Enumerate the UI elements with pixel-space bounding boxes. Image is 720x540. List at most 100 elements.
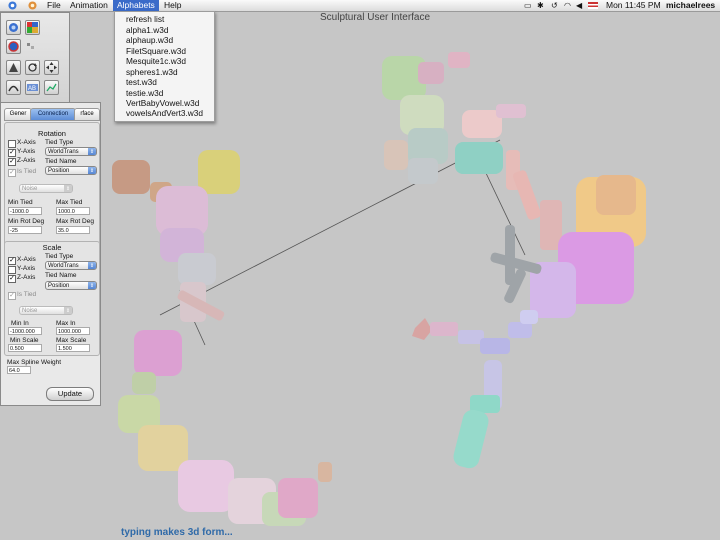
rotation-max-tied-label: Max Tied [56,199,83,206]
scale-max-in-label: Max In [56,320,76,327]
menu-item-file[interactable]: FiletSquare.w3d [126,46,186,56]
rotation-noise-select[interactable]: Noise ⇕ [19,184,73,193]
menu-bar: File Animation Alphabets Help ▭ ✱ ↺ ◠ ◀ … [0,0,720,12]
scale-tied-type-select[interactable]: WorldTrans ⇕ [45,261,97,270]
rotation-tied-type-select[interactable]: WorldTrans ⇕ [45,147,97,156]
app-menu-icon[interactable] [28,1,37,10]
window-title: Sculptural User Interface [320,12,431,23]
record-icon [8,41,19,52]
tool-button-orbit[interactable] [6,20,21,35]
rotation-tied-type-label: Tied Type [45,139,74,146]
scale-y-axis-checkbox[interactable] [8,266,16,274]
rotation-max-tied-field[interactable]: 1000.0 [56,207,90,215]
volume-icon[interactable]: ◀ [576,0,582,11]
rotation-x-axis-checkbox[interactable] [8,140,16,148]
chevron-updown-icon: ⇕ [88,167,96,174]
update-button[interactable]: Update [46,387,94,401]
rotation-is-tied-label: Is Tied [17,168,37,175]
rotation-tied-name-label: Tied Name [45,158,77,165]
rotation-y-axis-label: Y-Axis [17,148,36,155]
rotation-min-rot-field[interactable]: -25 [8,226,42,234]
menu-item-file[interactable]: VertBabyVowel.w3d [126,98,199,108]
properties-panel: Gener Connection rface Rotation X-Axis ✓… [0,102,101,406]
svg-text:AB: AB [28,86,36,92]
apple-menu-icon[interactable] [8,1,17,10]
menu-item-refresh-list[interactable]: refresh list [126,14,164,24]
graph-icon [46,83,57,92]
rotation-tied-name-select[interactable]: Position ⇕ [45,166,97,175]
scale-x-axis-checkbox[interactable]: ✓ [8,257,16,265]
max-spline-weight-label: Max Spline Weight [7,359,62,366]
rotation-title: Rotation [38,129,66,138]
tool-button-move[interactable] [44,60,59,75]
grid-toggle-icon[interactable] [26,40,38,52]
menu-item-file[interactable]: Mesquite1c.w3d [126,56,186,66]
scale-group: Scale ✓ X-Axis Y-Axis ✓ Z-Axis Tied Type… [4,241,100,356]
menubar-clock[interactable]: Mon 11:45 PM [606,0,661,11]
scale-max-scale-field[interactable]: 1.500 [56,344,90,352]
scale-is-tied-checkbox[interactable]: ✓ [8,292,16,300]
right-sculpture-arc[interactable] [490,169,646,318]
chevron-updown-icon: ⇕ [64,185,72,192]
menu-item-file[interactable]: vowelsAndVert3.w3d [126,108,203,118]
tool-button-graph[interactable] [44,80,59,95]
orbit-icon [9,23,18,32]
rotation-min-tied-label: Min Tied [8,199,33,206]
sync-icon[interactable]: ↺ [551,0,558,11]
color-palette-icon [27,22,38,33]
bluetooth-icon[interactable]: ✱ [537,0,544,11]
scale-z-axis-label: Z-Axis [17,274,36,281]
scale-z-axis-checkbox[interactable]: ✓ [8,275,16,283]
menu-help[interactable]: Help [160,0,185,11]
scale-min-scale-label: Min Scale [10,337,39,344]
tool-button-rotate[interactable] [25,60,40,75]
lower-right-sculpture[interactable] [412,310,538,470]
max-spline-weight-field[interactable]: 64.0 [7,366,31,374]
tab-interface[interactable]: rface [74,108,100,121]
scale-tied-name-label: Tied Name [45,272,77,279]
scale-is-tied-label: Is Tied [17,291,37,298]
sculpture-viewport[interactable] [0,0,720,540]
menubar-user[interactable]: michaelrees [666,0,715,11]
scale-tied-type-label: Tied Type [45,253,74,260]
rotation-z-axis-checkbox[interactable]: ✓ [8,158,16,166]
triangle-icon [9,63,18,72]
menu-item-file[interactable]: alpha1.w3d [126,25,168,35]
input-flag-icon[interactable] [588,2,598,9]
tab-connection[interactable]: Connection [30,108,76,121]
rotation-y-axis-checkbox[interactable]: ✓ [8,149,16,157]
menu-animation[interactable]: Animation [66,0,112,11]
tab-general[interactable]: Gener [4,108,32,121]
arc-icon [8,85,19,92]
left-sculpture-arc[interactable] [112,150,332,526]
scale-max-scale-label: Max Scale [56,337,87,344]
top-sculpture-cluster[interactable] [382,52,526,190]
scale-min-scale-field[interactable]: 0.500 [8,344,42,352]
rotation-group: Rotation X-Axis ✓ Y-Axis ✓ Z-Axis Tied T… [4,122,100,248]
chevron-updown-icon: ⇕ [88,148,96,155]
display-icon[interactable]: ▭ [524,0,532,11]
tool-button-record[interactable] [6,39,21,54]
rotate-icon [28,63,37,72]
wifi-icon[interactable]: ◠ [564,0,571,11]
rotation-min-tied-field[interactable]: -1000.0 [8,207,42,215]
rotation-is-tied-checkbox[interactable]: ✓ [8,169,16,177]
rotation-x-axis-label: X-Axis [17,139,36,146]
scale-x-axis-label: X-Axis [17,256,36,263]
menu-item-file[interactable]: testie.w3d [126,88,163,98]
menu-item-file[interactable]: alphaup.w3d [126,35,173,45]
scale-title: Scale [42,243,62,252]
tool-button-color[interactable] [25,20,40,35]
menu-item-file[interactable]: spheres1.w3d [126,67,178,77]
tool-button-arc[interactable] [6,80,21,95]
scale-max-in-field[interactable]: 1000.000 [56,327,90,335]
menu-file[interactable]: File [43,0,65,11]
rotation-max-rot-field[interactable]: 35.0 [56,226,90,234]
menu-alphabets[interactable]: Alphabets [113,0,159,11]
scale-tied-name-select[interactable]: Position ⇕ [45,281,97,290]
scale-noise-select[interactable]: Noise ⇕ [19,306,73,315]
scale-min-in-field[interactable]: -1000.000 [8,327,42,335]
tool-button-warning[interactable] [6,60,21,75]
menu-item-file[interactable]: test.w3d [126,77,157,87]
tool-button-letters[interactable]: AB [25,80,40,95]
